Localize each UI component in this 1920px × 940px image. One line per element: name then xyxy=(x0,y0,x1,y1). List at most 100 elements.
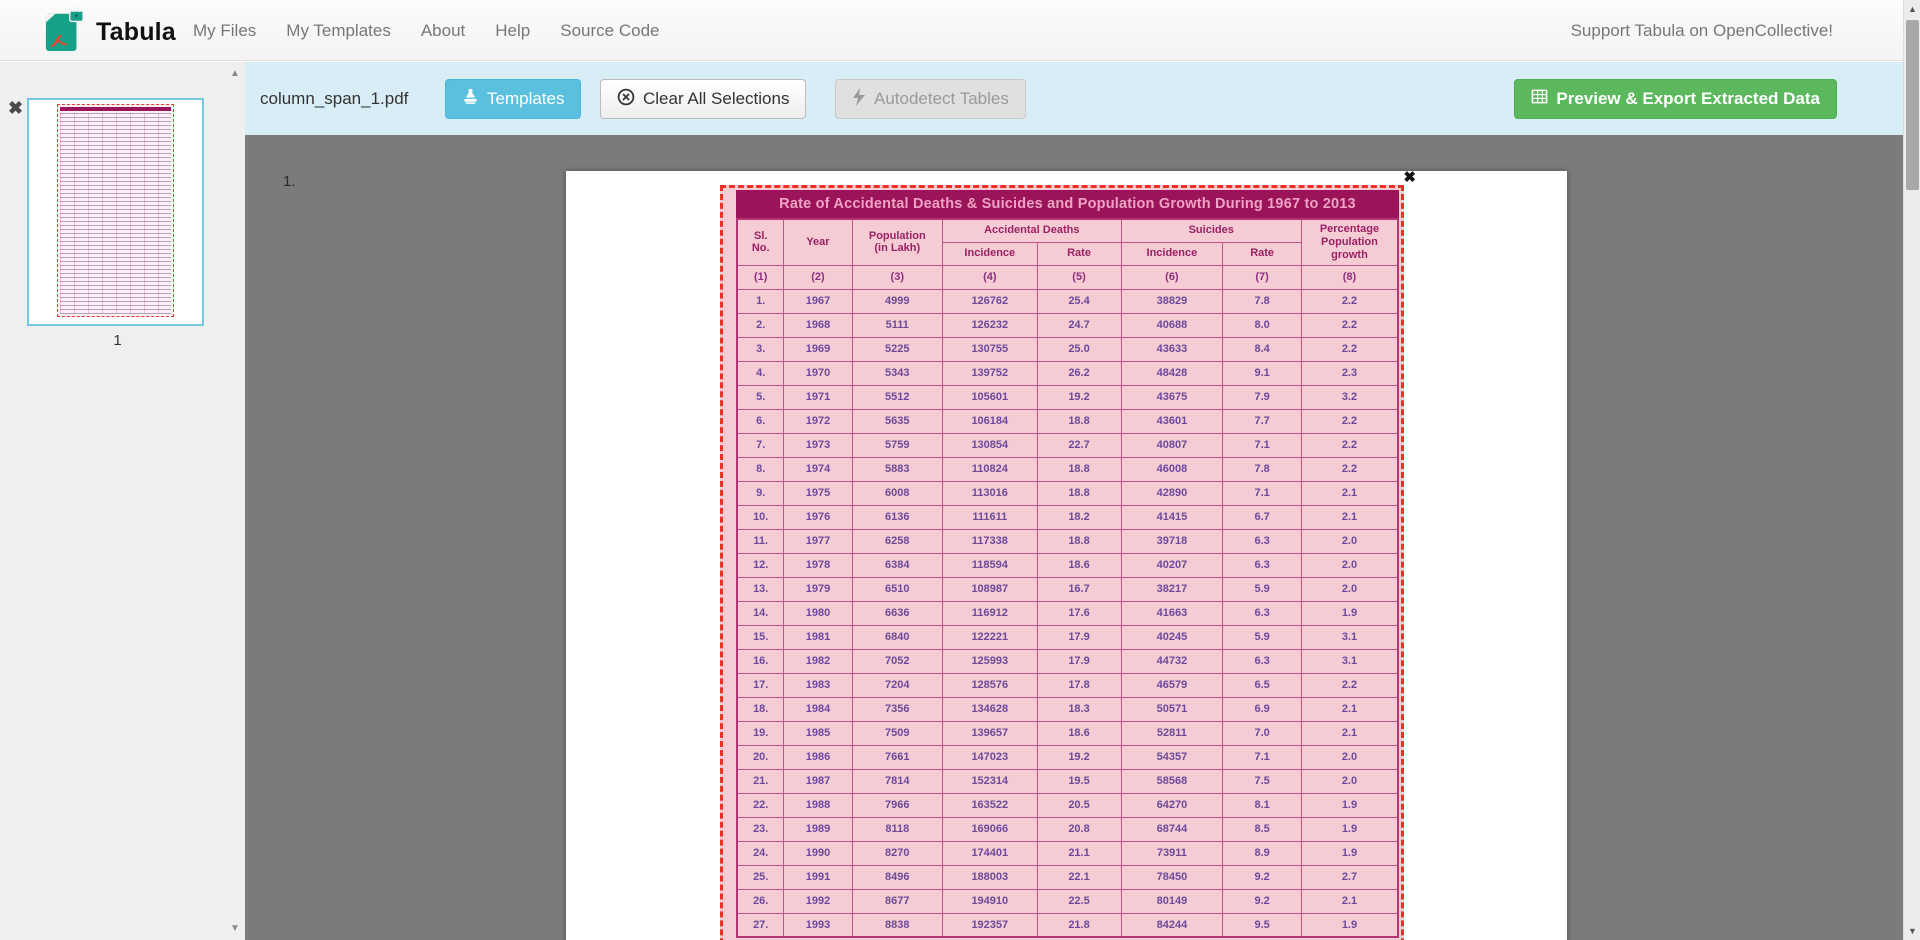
table-cell: 147023 xyxy=(943,745,1038,769)
table-cell: 19. xyxy=(737,721,784,745)
table-cell: 80149 xyxy=(1121,889,1223,913)
table-cell: 2.2 xyxy=(1301,337,1398,361)
nav-my-templates[interactable]: My Templates xyxy=(271,21,406,41)
table-cell: 1982 xyxy=(784,649,852,673)
table-cell: 6636 xyxy=(852,601,943,625)
support-link[interactable]: Support Tabula on OpenCollective! xyxy=(1571,0,1833,61)
table-cell: 1989 xyxy=(784,817,852,841)
table-cell: 14. xyxy=(737,601,784,625)
table-cell: 2.2 xyxy=(1301,457,1398,481)
table-row: 11.1977625811733818.8397186.32.0 xyxy=(737,529,1398,553)
clear-all-selections-button[interactable]: Clear All Selections xyxy=(600,79,806,119)
table-cell: 105601 xyxy=(943,385,1038,409)
table-cell: 2.0 xyxy=(1301,553,1398,577)
table-cell: 84244 xyxy=(1121,913,1223,937)
table-cell: 192357 xyxy=(943,913,1038,937)
pdf-viewer[interactable]: 1. ✖ Rate of Accidental Deaths & Suicide… xyxy=(245,135,1903,940)
table-cell: 1991 xyxy=(784,865,852,889)
table-cell: 9.1 xyxy=(1223,361,1302,385)
table-cell: 2.1 xyxy=(1301,505,1398,529)
table-cell: 1986 xyxy=(784,745,852,769)
table-cell: 5343 xyxy=(852,361,943,385)
selection-close-icon[interactable]: ✖ xyxy=(1403,168,1416,186)
table-cell: 19.2 xyxy=(1037,745,1121,769)
table-cell: 6.3 xyxy=(1223,601,1302,625)
autodetect-tables-button[interactable]: Autodetect Tables xyxy=(835,79,1026,119)
table-cell: 54357 xyxy=(1121,745,1223,769)
table-cell: 19.5 xyxy=(1037,769,1121,793)
table-cell: 17.9 xyxy=(1037,649,1121,673)
col-num: (5) xyxy=(1037,265,1121,289)
brand[interactable]: Tabula xyxy=(44,7,176,58)
table-row: 12.1978638411859418.6402076.32.0 xyxy=(737,553,1398,577)
table-cell: 7.1 xyxy=(1223,481,1302,505)
table-cell: 1.9 xyxy=(1301,601,1398,625)
table-cell: 117338 xyxy=(943,529,1038,553)
table-cell: 46008 xyxy=(1121,457,1223,481)
table-cell: 6. xyxy=(737,409,784,433)
table-cell: 1979 xyxy=(784,577,852,601)
table-cell: 1.9 xyxy=(1301,817,1398,841)
pdf-table: Sl. No. Year Population (in Lakh) Accide… xyxy=(736,218,1399,938)
table-cell: 39718 xyxy=(1121,529,1223,553)
table-cell: 5.9 xyxy=(1223,577,1302,601)
table-cell: 5635 xyxy=(852,409,943,433)
templates-button[interactable]: Templates xyxy=(445,79,581,119)
table-cell: 38217 xyxy=(1121,577,1223,601)
pdf-page[interactable]: ✖ Rate of Accidental Deaths & Suicides a… xyxy=(566,171,1567,940)
preview-export-button[interactable]: Preview & Export Extracted Data xyxy=(1514,79,1837,119)
table-row: 25.1991849618800322.1784509.22.7 xyxy=(737,865,1398,889)
nav-my-files[interactable]: My Files xyxy=(178,21,271,41)
table-cell: 8.0 xyxy=(1223,313,1302,337)
table-cell: 2.7 xyxy=(1301,865,1398,889)
col-num: (4) xyxy=(943,265,1038,289)
sidebar-scrollbar[interactable]: ▲ ▼ xyxy=(228,62,244,940)
table-cell: 1969 xyxy=(784,337,852,361)
scroll-up-icon[interactable]: ▲ xyxy=(230,68,240,79)
table-selection-box[interactable]: ✖ Rate of Accidental Deaths & Suicides a… xyxy=(720,185,1404,940)
table-row: 6.1972563510618418.8436017.72.2 xyxy=(737,409,1398,433)
nav-source-code[interactable]: Source Code xyxy=(545,21,674,41)
table-cell: 1.9 xyxy=(1301,913,1398,937)
table-cell: 5111 xyxy=(852,313,943,337)
table-cell: 5225 xyxy=(852,337,943,361)
table-cell: 163522 xyxy=(943,793,1038,817)
table-cell: 6008 xyxy=(852,481,943,505)
table-cell: 2.1 xyxy=(1301,889,1398,913)
col-header-suicides: Suicides xyxy=(1121,219,1301,242)
table-cell: 1990 xyxy=(784,841,852,865)
table-cell: 3. xyxy=(737,337,784,361)
table-cell: 1.9 xyxy=(1301,793,1398,817)
table-cell: 24.7 xyxy=(1037,313,1121,337)
table-cell: 2.2 xyxy=(1301,673,1398,697)
table-cell: 7. xyxy=(737,433,784,457)
scroll-down-icon[interactable]: ▼ xyxy=(230,923,240,934)
scroll-down-icon[interactable]: ▼ xyxy=(1904,926,1920,936)
col-header-ad-rate: Rate xyxy=(1037,242,1121,265)
table-cell: 42890 xyxy=(1121,481,1223,505)
nav-help[interactable]: Help xyxy=(480,21,545,41)
table-cell: 122221 xyxy=(943,625,1038,649)
table-cell: 26. xyxy=(737,889,784,913)
table-cell: 18.6 xyxy=(1037,553,1121,577)
clear-button-label: Clear All Selections xyxy=(643,89,789,109)
nav-about[interactable]: About xyxy=(406,21,480,41)
table-cell: 3.2 xyxy=(1301,385,1398,409)
table-cell: 1992 xyxy=(784,889,852,913)
thumbnail-close-icon[interactable]: ✖ xyxy=(8,98,23,119)
window-scrollbar[interactable]: ▲ ▼ xyxy=(1903,0,1920,940)
table-cell: 17.6 xyxy=(1037,601,1121,625)
scrollbar-thumb[interactable] xyxy=(1906,20,1919,190)
table-cell: 7661 xyxy=(852,745,943,769)
table-cell: 18.8 xyxy=(1037,457,1121,481)
table-cell: 7509 xyxy=(852,721,943,745)
table-cell: 113016 xyxy=(943,481,1038,505)
page-thumbnail[interactable] xyxy=(27,98,204,326)
table-cell: 5.9 xyxy=(1223,625,1302,649)
table-cell: 73911 xyxy=(1121,841,1223,865)
pdf-table-body: 1.1967499912676225.4388297.82.22.1968511… xyxy=(737,289,1398,937)
table-row: 26.1992867719491022.5801499.22.1 xyxy=(737,889,1398,913)
scroll-up-icon[interactable]: ▲ xyxy=(1904,4,1920,14)
table-cell: 20.8 xyxy=(1037,817,1121,841)
table-cell: 43633 xyxy=(1121,337,1223,361)
